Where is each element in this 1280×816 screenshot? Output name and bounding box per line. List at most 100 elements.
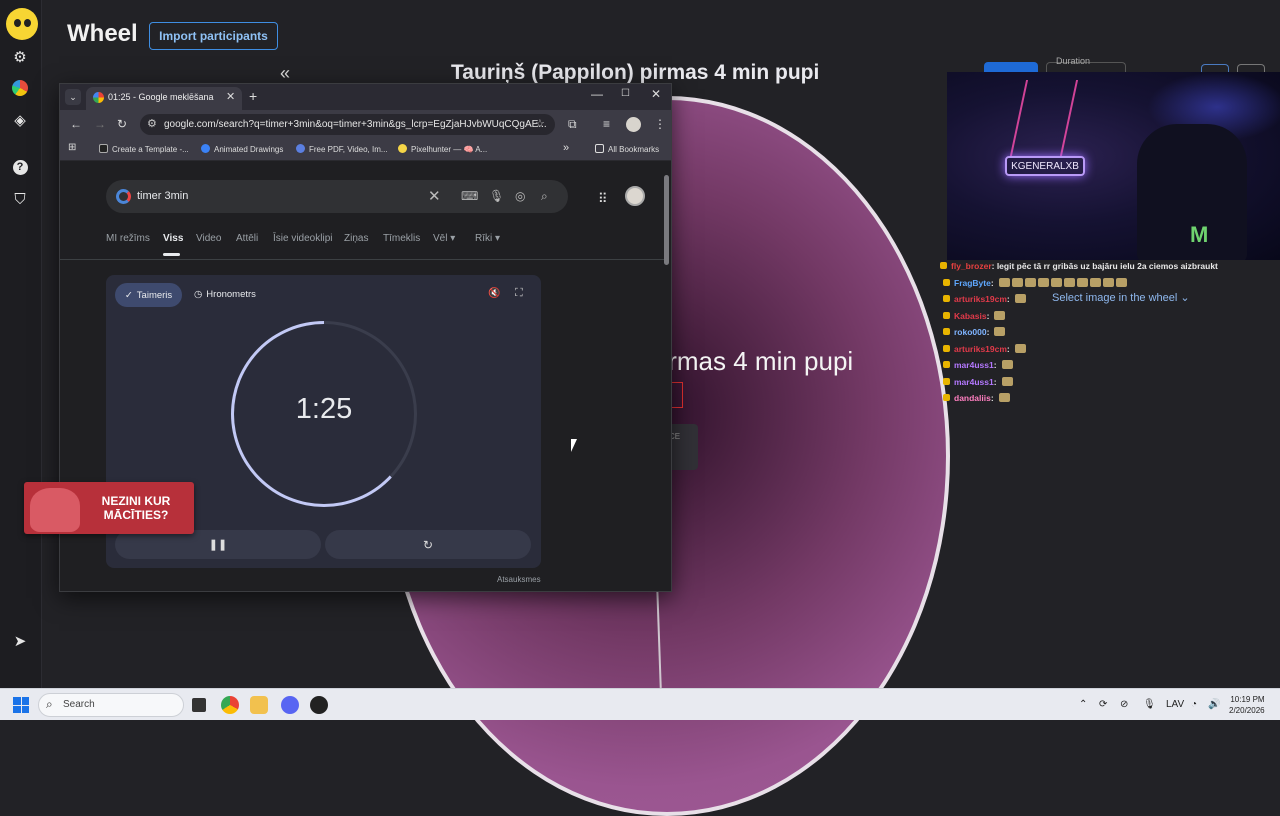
chat-emote-icon [1037, 277, 1049, 287]
fullscreen-icon[interactable]: ⛶ [515, 287, 523, 300]
taskbar-search[interactable]: ⌕ Search [38, 693, 184, 717]
chat-text: : [986, 310, 990, 321]
mute-icon[interactable]: 🔇 [488, 288, 500, 299]
chat-username[interactable]: arturiks19cm [954, 344, 1007, 354]
tab-strip: ⌄ 01:25 - Google meklēšana ✕ + — ☐ ✕ [60, 84, 671, 110]
bookmark-item[interactable]: Animated Drawings [201, 144, 283, 154]
volume-icon[interactable]: 🔊 [1208, 699, 1220, 710]
chat-username[interactable]: dandaliis [954, 393, 991, 403]
feedback-link[interactable]: Atsauksmes [497, 575, 541, 584]
sync-icon[interactable]: ⟳ [1099, 699, 1107, 710]
windows-start-icon[interactable] [13, 697, 29, 713]
media-controls-icon[interactable]: ≡ [603, 117, 610, 131]
chat-text: : [993, 376, 997, 387]
microphone-tray-icon[interactable]: 🎙 [1143, 699, 1156, 710]
extensions-icon[interactable]: ⧉ [568, 117, 577, 132]
chat-badge-icon [943, 278, 950, 286]
chat-message: fly_brozer: legit pēc tā rr gribās uz ba… [940, 261, 1218, 271]
reload-icon[interactable]: ↻ [117, 117, 127, 131]
chat-username[interactable]: Kabasis [954, 311, 987, 321]
maximize-icon[interactable]: ☐ [621, 88, 630, 99]
chat-text: : [990, 277, 994, 288]
mouse-cursor-icon [571, 439, 577, 452]
filter-images[interactable]: Attēli [236, 233, 258, 244]
help-icon[interactable]: ? [10, 157, 30, 177]
chat-username[interactable]: mar4uss1 [954, 377, 994, 387]
google-apps-icon[interactable]: ⠿ [598, 191, 608, 207]
discord-icon[interactable] [281, 696, 299, 714]
scrollbar-thumb[interactable] [664, 175, 669, 265]
profile-avatar[interactable] [626, 117, 641, 132]
address-bar[interactable]: ⚙ google.com/search?q=timer+3min&oq=time… [140, 114, 555, 135]
chrome-menu-icon[interactable]: ⋮ [654, 117, 666, 131]
wheel-pie-icon[interactable] [10, 78, 30, 98]
pause-button[interactable]: ❚❚ [115, 530, 321, 559]
microphone-icon[interactable]: 🎙 [489, 189, 504, 203]
task-view-icon[interactable] [192, 698, 206, 712]
clear-search-icon[interactable]: ✕ [428, 187, 441, 205]
keyboard-icon[interactable]: ⌨ [461, 189, 478, 203]
filter-news[interactable]: Ziņas [344, 233, 368, 244]
back-icon[interactable]: ← [70, 117, 82, 131]
collapse-panel-icon[interactable]: « [280, 63, 290, 84]
chat-emote-icon [998, 277, 1010, 287]
chat-username[interactable]: mar4uss1 [954, 360, 994, 370]
filter-tools[interactable]: Rīki ▾ [475, 233, 500, 244]
file-explorer-icon[interactable] [250, 696, 268, 714]
filter-video[interactable]: Video [196, 233, 221, 244]
timer-display: 1:25 [295, 393, 353, 425]
site-info-icon[interactable]: ⚙ [147, 117, 157, 130]
tab-timer[interactable]: ✓ Taimeris [115, 283, 182, 307]
minimize-icon[interactable]: — [591, 87, 603, 101]
all-bookmarks-folder[interactable]: All Bookmarks [595, 144, 659, 154]
wheel-segment-label: pirmas 4 min pupi [648, 346, 854, 376]
tab-search-icon[interactable]: ⌄ [65, 89, 81, 105]
forward-icon[interactable]: → [94, 117, 106, 131]
chat-username[interactable]: FragByte [954, 278, 991, 288]
stopwatch-icon: ◷ [194, 289, 203, 300]
bookmark-item[interactable]: Free PDF, Video, Im... [296, 144, 388, 154]
select-image-dropdown[interactable]: Select image in the wheel ⌄ [1052, 291, 1190, 304]
tab-close-icon[interactable]: ✕ [226, 90, 235, 103]
apps-grid-icon[interactable]: ⊞ [68, 142, 76, 153]
filter-all[interactable]: Viss [163, 233, 183, 244]
bookmark-item[interactable]: Pixelhunter — 🧠 A... [398, 144, 487, 154]
bookmark-item[interactable]: Create a Template -... [99, 144, 189, 154]
search-box[interactable]: timer 3min ✕ ⌨ 🎙 ◎ ⌕ [106, 180, 568, 213]
page-scrollbar[interactable] [662, 161, 670, 591]
chat-message: FragByte: [943, 277, 1128, 288]
shield-check-icon[interactable]: ⛉ [10, 189, 30, 209]
language-indicator[interactable]: LAV [1166, 699, 1184, 710]
layers-icon[interactable]: ◈ [10, 110, 30, 130]
promo-banner[interactable]: NEZINI KUR MĀCĪTIES? [24, 482, 194, 534]
browser-tab[interactable]: 01:25 - Google meklēšana ✕ [86, 87, 242, 110]
chat-username[interactable]: arturiks19cm [954, 294, 1007, 304]
tab-stopwatch[interactable]: ◷ Hronometrs [194, 289, 256, 300]
close-window-icon[interactable]: ✕ [651, 87, 661, 101]
filter-web[interactable]: Tīmeklis [383, 233, 420, 244]
wifi-icon[interactable]: ◔ [1191, 699, 1197, 710]
chrome-taskbar-icon[interactable] [221, 696, 239, 714]
google-account-avatar[interactable] [625, 186, 645, 206]
chat-text: : [1006, 294, 1010, 304]
bookmark-star-icon[interactable]: ☆ [535, 117, 545, 130]
new-tab-icon[interactable]: + [249, 88, 257, 104]
chat-username[interactable]: roko000 [954, 327, 987, 337]
mascot-logo-icon[interactable] [6, 8, 38, 40]
more-bookmarks-icon[interactable]: » [563, 142, 569, 154]
filter-ai-mode[interactable]: MI režīms [106, 233, 150, 244]
network-off-icon[interactable]: ⊘ [1120, 699, 1128, 710]
settings-gear-icon[interactable]: ⚙ [10, 47, 30, 67]
reset-button[interactable]: ↻ [325, 530, 531, 559]
search-icon[interactable]: ⌕ [541, 189, 548, 204]
system-clock[interactable]: 10:19 PM 2/20/2026 [1229, 694, 1265, 716]
import-participants-button[interactable]: Import participants [149, 22, 278, 50]
obs-icon[interactable] [310, 696, 328, 714]
telegram-send-icon[interactable]: ➤ [10, 631, 30, 651]
divider [60, 259, 665, 260]
tray-chevron-icon[interactable]: ⌃ [1079, 699, 1087, 710]
filter-more[interactable]: Vēl ▾ [433, 233, 455, 244]
chat-username[interactable]: fly_brozer [951, 261, 992, 271]
lens-camera-icon[interactable]: ◎ [515, 189, 525, 203]
filter-short-videos[interactable]: Īsie videoklipi [273, 233, 332, 244]
